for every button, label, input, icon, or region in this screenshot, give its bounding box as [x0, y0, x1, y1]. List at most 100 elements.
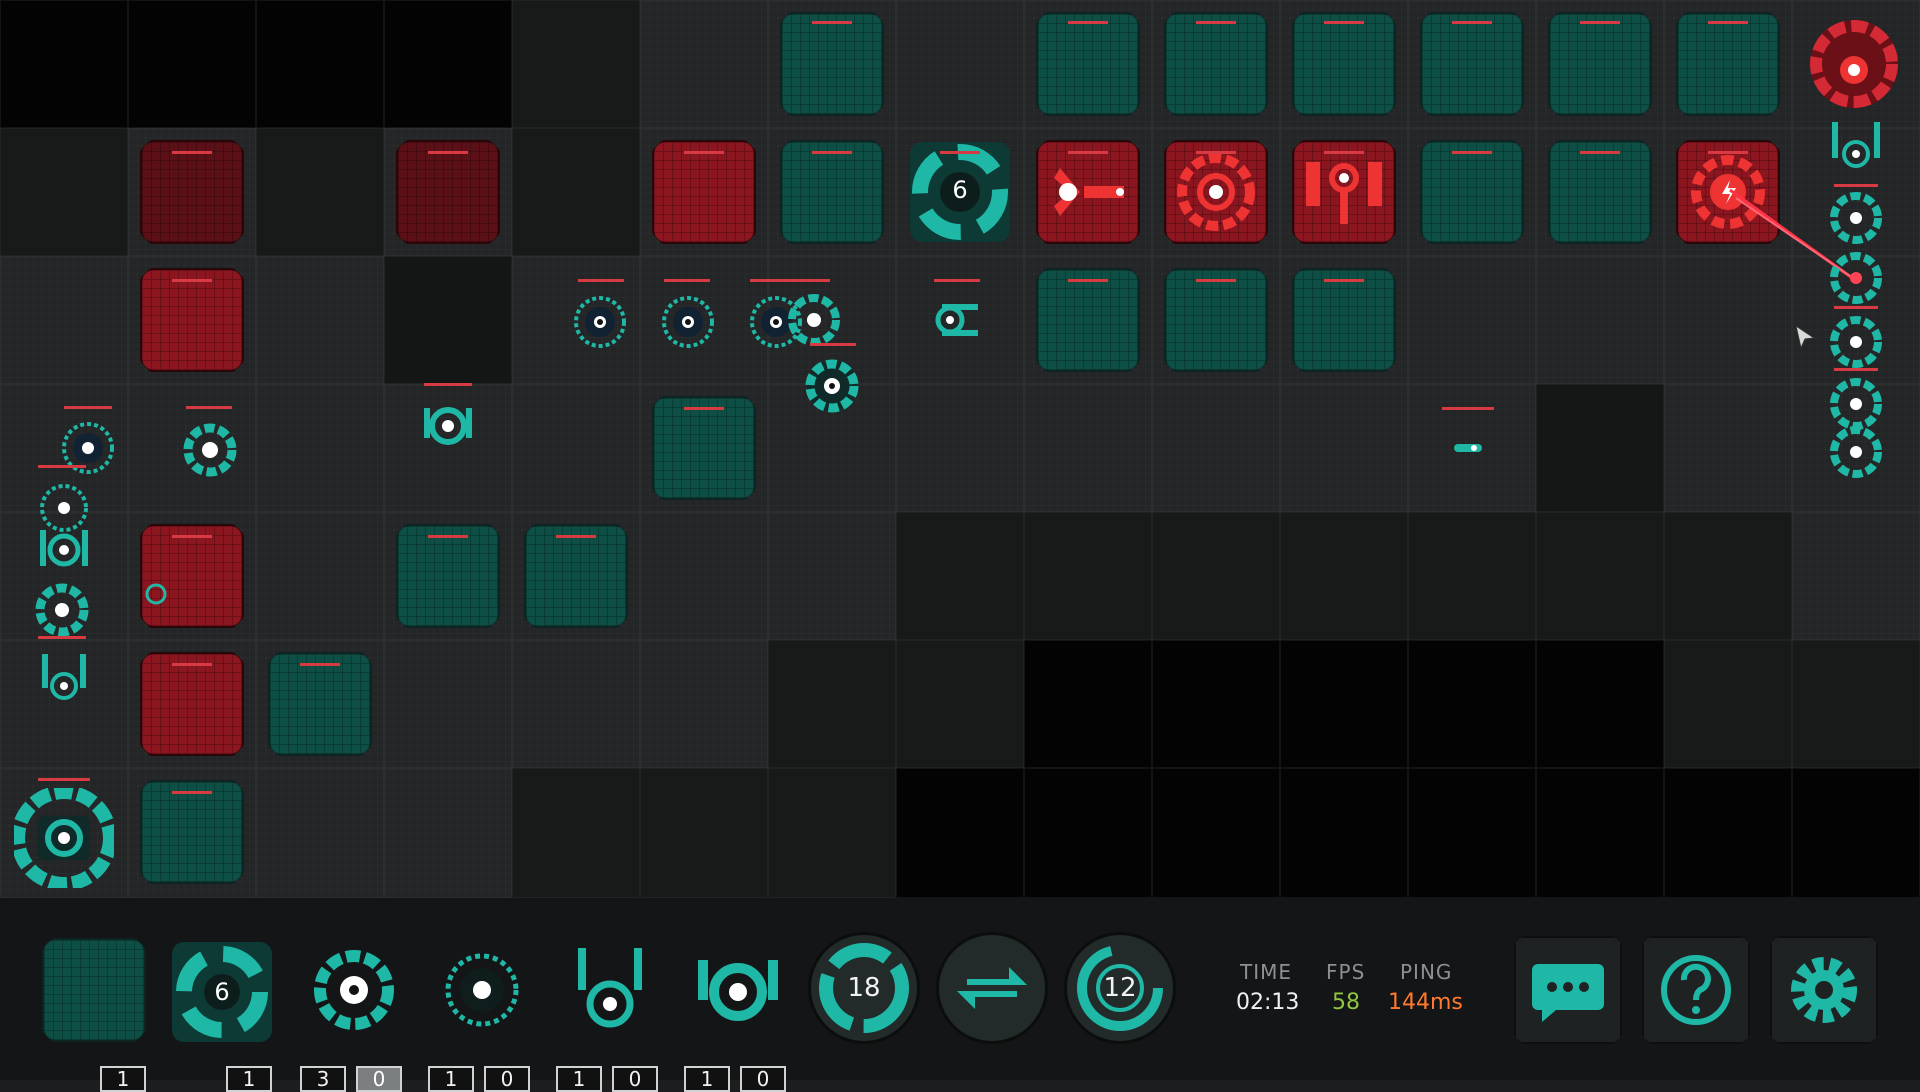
enemy-wall-block[interactable] [140, 140, 244, 244]
grid-cell[interactable] [1792, 768, 1920, 898]
grid-cell[interactable] [256, 384, 384, 512]
shield-turret-unit[interactable] [1826, 118, 1886, 174]
chat-button[interactable] [1514, 936, 1622, 1044]
grid-cell[interactable] [512, 640, 640, 768]
grid-cell[interactable] [1664, 512, 1792, 640]
grid-cell[interactable] [896, 640, 1024, 768]
enemy-rail-turret[interactable] [1300, 148, 1388, 236]
core-turret-unit[interactable] [786, 292, 842, 348]
swap-button[interactable] [936, 932, 1048, 1044]
grid-cell[interactable] [1408, 640, 1536, 768]
inventory-slot-shield[interactable]: 1 0 [684, 948, 792, 1092]
grid-cell[interactable] [1152, 384, 1280, 512]
grid-cell[interactable] [0, 256, 128, 384]
ally-wall-block[interactable] [1676, 12, 1780, 116]
ally-wall-block[interactable] [1548, 140, 1652, 244]
ally-wall-block[interactable] [524, 524, 628, 628]
rail-turret-unit[interactable] [928, 290, 988, 350]
ally-wall-block[interactable] [140, 780, 244, 884]
grid-cell[interactable] [1536, 512, 1664, 640]
enemy-core-base[interactable] [1806, 16, 1902, 112]
grid-cell[interactable] [1536, 640, 1664, 768]
grid-cell[interactable] [896, 512, 1024, 640]
inventory-slot-saw[interactable]: 1 0 [428, 948, 536, 1092]
grid-cell[interactable] [1664, 640, 1792, 768]
grid-cell[interactable] [0, 128, 128, 256]
ally-wall-block[interactable] [1420, 12, 1524, 116]
core-turret-unit[interactable] [180, 420, 240, 480]
grid-cell[interactable] [512, 0, 640, 128]
saw-turret-unit[interactable] [572, 294, 628, 350]
core-turret-unit[interactable] [802, 356, 862, 416]
ally-core-commander[interactable] [14, 788, 114, 888]
grid-cell[interactable] [256, 768, 384, 898]
enemy-wall-block[interactable] [140, 652, 244, 756]
grid-cell[interactable] [1536, 256, 1664, 384]
grid-cell[interactable] [1536, 384, 1664, 512]
grid-cell[interactable] [1024, 384, 1152, 512]
enemy-wall-block[interactable] [652, 140, 756, 244]
grid-cell[interactable] [1536, 768, 1664, 898]
ability-cooldown-left[interactable]: 18 [808, 932, 920, 1044]
enemy-core-turret[interactable] [1172, 148, 1260, 236]
ally-wall-block[interactable] [1036, 268, 1140, 372]
grid-cell[interactable] [1280, 512, 1408, 640]
grid-cell[interactable] [1280, 384, 1408, 512]
grid-cell[interactable] [1664, 768, 1792, 898]
grid-cell[interactable] [256, 128, 384, 256]
ability-cooldown-right[interactable]: 12 [1064, 932, 1176, 1044]
grid-cell[interactable] [1664, 384, 1792, 512]
core-turret-unit[interactable] [1826, 424, 1886, 480]
grid-cell[interactable] [1152, 640, 1280, 768]
grid-cell[interactable] [640, 640, 768, 768]
grid-cell[interactable] [1792, 640, 1920, 768]
grid-cell[interactable] [1280, 640, 1408, 768]
shield-turret-unit[interactable] [418, 396, 478, 456]
help-button[interactable] [1642, 936, 1750, 1044]
shield-turret-unit[interactable] [34, 522, 94, 578]
grid-cell[interactable] [512, 128, 640, 256]
grid-cell[interactable] [640, 0, 768, 128]
saw-turret-unit[interactable] [660, 294, 716, 350]
ally-wall-block[interactable] [780, 12, 884, 116]
ally-wall-block[interactable] [396, 524, 500, 628]
enemy-cannon-turret[interactable] [1040, 148, 1136, 236]
grid-cell[interactable] [384, 640, 512, 768]
core-turret-unit[interactable] [1826, 190, 1886, 246]
grid-cell[interactable] [768, 512, 896, 640]
grid-cell[interactable] [1408, 768, 1536, 898]
grid-cell[interactable] [384, 768, 512, 898]
grid-cell[interactable] [256, 256, 384, 384]
inventory-slot-block[interactable]: 1 [42, 938, 150, 1092]
inventory-slot-rail[interactable]: 1 0 [556, 944, 664, 1092]
ally-wall-block[interactable] [1548, 12, 1652, 116]
core-turret-unit[interactable] [1826, 314, 1886, 370]
grid-cell[interactable] [1024, 768, 1152, 898]
core-turret-unit[interactable] [32, 580, 92, 640]
ally-wall-block[interactable] [1292, 12, 1396, 116]
grid-cell[interactable] [0, 0, 128, 128]
grid-cell[interactable] [1024, 512, 1152, 640]
ally-wall-block[interactable] [268, 652, 372, 756]
ally-wall-block[interactable] [1164, 268, 1268, 372]
grid-cell[interactable] [1280, 768, 1408, 898]
grid-cell[interactable] [512, 384, 640, 512]
enemy-wall-block[interactable] [140, 268, 244, 372]
core-turret-unit[interactable] [1826, 250, 1886, 306]
grid-cell[interactable] [640, 768, 768, 898]
grid-cell[interactable] [384, 0, 512, 128]
grid-cell[interactable] [768, 768, 896, 898]
enemy-wall-block[interactable] [396, 140, 500, 244]
game-board[interactable]: 6 [0, 0, 1920, 898]
grid-cell[interactable] [1408, 512, 1536, 640]
ally-wall-block[interactable] [780, 140, 884, 244]
enemy-wall-block[interactable] [140, 524, 244, 628]
rail-turret-unit[interactable] [34, 648, 94, 708]
ally-wall-block[interactable] [1292, 268, 1396, 372]
ally-wall-block[interactable] [1036, 12, 1140, 116]
grid-cell[interactable] [256, 0, 384, 128]
grid-cell[interactable] [896, 768, 1024, 898]
ally-wall-block[interactable] [652, 396, 756, 500]
grid-cell[interactable] [1408, 256, 1536, 384]
grid-cell[interactable] [1792, 512, 1920, 640]
